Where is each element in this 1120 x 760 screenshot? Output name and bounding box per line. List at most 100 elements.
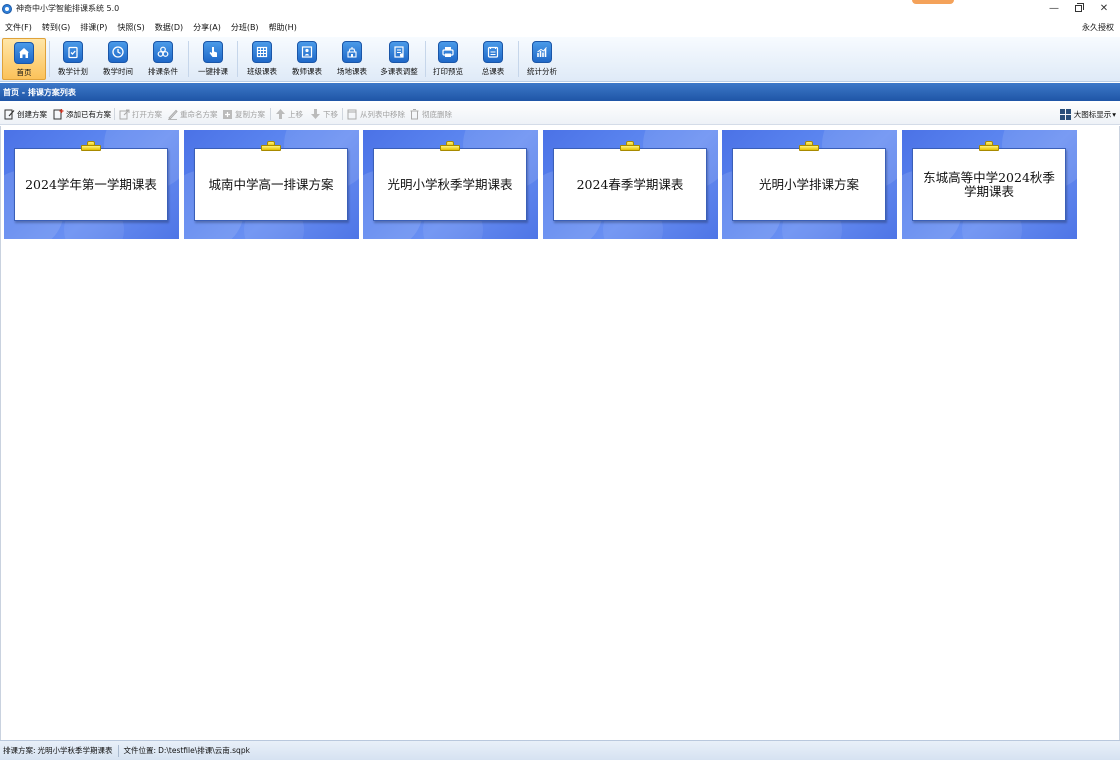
window-title: 神奇中小学智能排课系统 5.0 [16,4,120,13]
menu-file[interactable]: 文件(F) [0,22,37,33]
home-icon [14,42,34,64]
plan-card-paper: 东城高等中学2024秋季学期课表 [912,148,1066,221]
ribbon-conditions-button[interactable]: 排课条件 [142,38,184,80]
plan-card[interactable]: 城南中学高一排课方案 [184,130,359,239]
ribbon-multi-adjust-label: 多课表调整 [380,67,418,76]
plan-card-paper: 光明小学排课方案 [732,148,886,221]
status-bar: 排课方案: 光明小学秋季学期课表 文件位置: D:\testfile\排课\云南… [0,740,1120,760]
clip-icon [979,141,999,152]
plan-card[interactable]: 东城高等中学2024秋季学期课表 [902,130,1077,239]
minimize-button[interactable]: — [1042,0,1066,16]
trash-icon [409,108,420,120]
arrow-down-icon [310,108,321,120]
open-icon [119,108,130,120]
status-plan-value: 光明小学秋季学期课表 [37,746,113,755]
ribbon-auto-schedule-label: 一键排课 [198,67,228,76]
move-up-button[interactable]: 上移 [275,107,303,121]
copy-plan-label: 复制方案 [235,109,265,119]
open-plan-button[interactable]: 打开方案 [119,107,162,121]
plan-card[interactable]: 光明小学排课方案 [722,130,897,239]
remove-icon [347,108,358,120]
ribbon-home-button[interactable]: 首页 [2,38,46,80]
status-path-value: D:\testfile\排课\云南.sqpk [158,746,250,755]
menu-data[interactable]: 数据(D) [150,22,188,33]
multi-adjust-icon [389,41,409,63]
status-plan-label: 排课方案: [3,746,36,755]
printer-icon [438,41,458,63]
view-mode-dropdown[interactable]: 大图标显示 ▾ [1059,107,1116,121]
plan-card[interactable]: 2024学年第一学期课表 [4,130,179,239]
ribbon-separator [425,41,426,77]
copy-icon [222,108,233,120]
ribbon-multi-adjust-button[interactable]: 多课表调整 [376,38,422,80]
menu-snapshot[interactable]: 快照(S) [112,22,149,33]
ribbon-print-preview-label: 打印预览 [433,67,463,76]
ribbon-statistics-button[interactable]: 统计分析 [522,38,562,80]
clip-icon [440,141,460,152]
menu-share[interactable]: 分享(A) [188,22,226,33]
toolbar-separator [270,108,271,120]
menu-class-split[interactable]: 分班(B) [226,22,264,33]
venue-icon [342,41,362,63]
copy-plan-button[interactable]: 复制方案 [222,107,265,121]
clip-icon [799,141,819,152]
move-down-button[interactable]: 下移 [310,107,338,121]
plan-card-paper: 2024学年第一学期课表 [14,148,168,221]
remove-from-list-label: 从列表中移除 [360,109,405,119]
close-icon: ✕ [1099,2,1109,14]
pencil-icon [167,108,178,120]
ribbon-teacher-schedule-label: 教师课表 [292,67,322,76]
restore-button[interactable] [1066,0,1090,16]
toolbar-separator [114,108,115,120]
minimize-icon: — [1049,2,1059,14]
add-file-icon [53,108,64,120]
ribbon-master-table-label: 总课表 [481,67,505,76]
plan-card-paper: 2024春季学期课表 [553,148,707,221]
license-status[interactable]: 永久授权 [1082,22,1114,33]
menu-bar: 文件(F) 转到(G) 排课(P) 快照(S) 数据(D) 分享(A) 分班(B… [0,18,1120,37]
chart-icon [532,41,552,63]
remove-from-list-button[interactable]: 从列表中移除 [347,107,405,121]
create-plan-button[interactable]: 创建方案 [4,107,47,121]
class-grid-icon [252,41,272,63]
add-existing-plan-button[interactable]: 添加已有方案 [53,107,111,121]
move-down-label: 下移 [323,109,338,119]
ribbon-master-table-button[interactable]: 总课表 [474,38,512,80]
ribbon-auto-schedule-button[interactable]: 一键排课 [192,38,234,80]
ribbon-toolbar: 首页 教学计划 教学时间 排课条件 一键排课 班级课表 教师课表 场地课表 多课… [0,37,1120,82]
ribbon-class-schedule-label: 班级课表 [247,67,277,76]
restore-icon [1074,2,1084,12]
ribbon-teaching-plan-button[interactable]: 教学计划 [52,38,94,80]
view-mode-label: 大图标显示 [1073,109,1112,119]
plan-card-paper: 光明小学秋季学期课表 [373,148,527,221]
menu-schedule[interactable]: 排课(P) [75,22,112,33]
clock-icon [108,41,128,63]
ribbon-teacher-schedule-button[interactable]: 教师课表 [286,38,328,80]
close-button[interactable]: ✕ [1092,0,1116,16]
plan-card[interactable]: 光明小学秋季学期课表 [363,130,538,239]
plan-card[interactable]: 2024春季学期课表 [543,130,718,239]
action-toolbar: 创建方案 添加已有方案 打开方案 重命名方案 复制方案 上移 下移 从列表中移除… [0,103,1120,125]
menu-help[interactable]: 帮助(H) [264,22,302,33]
ribbon-teaching-time-button[interactable]: 教学时间 [97,38,139,80]
teacher-icon [297,41,317,63]
ribbon-class-schedule-button[interactable]: 班级课表 [241,38,283,80]
delete-permanently-button[interactable]: 彻底删除 [409,107,452,121]
chevron-down-icon: ▾ [1112,109,1116,119]
plan-card-title: 城南中学高一排课方案 [208,176,334,192]
clip-icon [261,141,281,152]
master-table-icon [483,41,503,63]
plan-list-area: 2024学年第一学期课表 城南中学高一排课方案 光明小学秋季学期课表 2024春… [0,126,1120,740]
create-plan-label: 创建方案 [17,109,47,119]
menu-goto[interactable]: 转到(G) [37,22,75,33]
ribbon-separator [49,41,50,77]
ribbon-separator [237,41,238,77]
rename-plan-button[interactable]: 重命名方案 [167,107,218,121]
clip-icon [81,141,101,152]
clipboard-icon [63,41,83,63]
ribbon-home-label: 首页 [16,68,32,77]
title-accent-tab [912,0,954,4]
move-up-label: 上移 [288,109,303,119]
ribbon-print-preview-button[interactable]: 打印预览 [429,38,467,80]
ribbon-venue-schedule-button[interactable]: 场地课表 [331,38,373,80]
